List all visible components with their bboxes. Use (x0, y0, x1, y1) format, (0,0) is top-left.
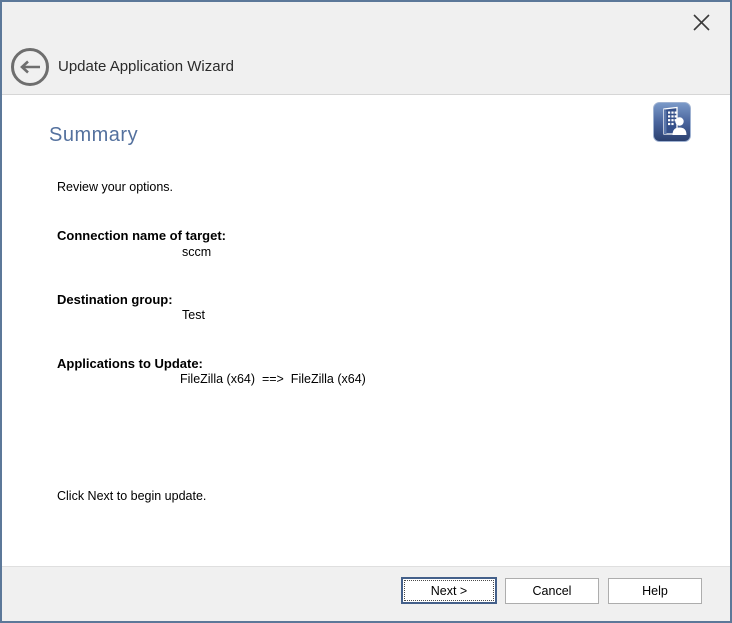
cancel-button-label: Cancel (533, 584, 572, 598)
page-title: Summary (49, 124, 138, 147)
application-building-user-icon (653, 102, 691, 142)
field-value-applications: FileZilla (x64) ==> FileZilla (x64) (180, 372, 366, 386)
field-label-applications: Applications to Update: (57, 356, 203, 371)
field-value-destination-group: Test (182, 308, 205, 322)
next-button[interactable]: Next > (401, 577, 497, 604)
field-label-destination-group: Destination group: (57, 292, 173, 307)
field-value-connection: sccm (182, 245, 211, 259)
close-button[interactable] (686, 8, 716, 36)
back-button[interactable] (11, 48, 49, 86)
intro-text: Review your options. (57, 180, 173, 194)
update-application-wizard-window: Update Application Wizard Summary (0, 0, 732, 623)
field-label-connection: Connection name of target: (57, 228, 226, 243)
arrow-left-icon (19, 60, 41, 74)
hint-text: Click Next to begin update. (57, 489, 206, 503)
help-button-label: Help (642, 584, 668, 598)
cancel-button[interactable]: Cancel (505, 578, 599, 604)
wizard-footer: Next > Cancel Help (2, 566, 730, 621)
next-button-label: Next > (431, 584, 467, 598)
wizard-content: Summary Review your options. (2, 96, 730, 566)
close-icon (692, 13, 711, 32)
wizard-header: Update Application Wizard (2, 2, 730, 95)
help-button[interactable]: Help (608, 578, 702, 604)
wizard-title: Update Application Wizard (58, 58, 234, 75)
